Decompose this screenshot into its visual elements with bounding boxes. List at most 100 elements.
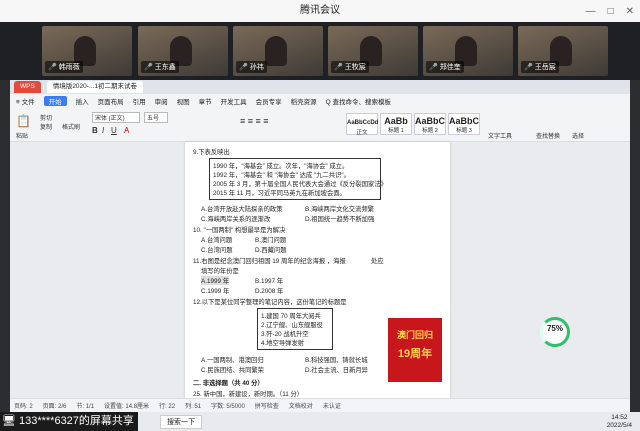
- paste-button[interactable]: 粘贴: [16, 131, 28, 140]
- menu-references[interactable]: 引用: [133, 96, 146, 106]
- cut-button[interactable]: 剪切: [40, 113, 52, 122]
- tab-document[interactable]: 情境版2020-...1初二期末试卷: [46, 81, 143, 93]
- participant-tile[interactable]: 🎤 王牧宸: [328, 26, 418, 76]
- question-11: 11.右图是纪念澳门回归祖国 19 周年的纪念海报 ，海报: [193, 258, 346, 265]
- q12-option-a: A.一国两制、港澳回归: [201, 357, 264, 364]
- question-11-cont: 填写的年份是: [201, 268, 239, 275]
- status-wordcount[interactable]: 字数: 5/5000: [211, 401, 245, 410]
- q10-option-c: C.台湾问题: [201, 247, 233, 254]
- q12-option-b: B.科技强国、铸就长城: [305, 357, 368, 364]
- wps-window: WPS 情境版2020-...1初二期末试卷 ≡ 文件 开始 插入 页面布局 引…: [10, 80, 630, 412]
- menu-developer[interactable]: 开发工具: [221, 96, 247, 106]
- screen-share-banner: 🖥 133****6327的屏幕共享: [0, 412, 138, 431]
- style-sample: AaBbC: [415, 116, 446, 126]
- participant-name: 王岳宸: [534, 64, 556, 71]
- style-heading-3[interactable]: AaBbC 标题 3: [448, 113, 480, 135]
- search-command-input[interactable]: Q 查找命令、搜索模板: [326, 96, 391, 106]
- ribbon-toolbar: 📋 粘贴 剪切 复制 格式刷 宋体 (正文) 五号 B I U A ≡ ≡ ≡ …: [10, 108, 630, 142]
- q10-option-d: D.西藏问题: [255, 247, 287, 254]
- format-painter-button[interactable]: 格式刷: [62, 122, 80, 131]
- participant-name: 孙祎: [249, 64, 264, 71]
- font-family-select[interactable]: 宋体 (正文): [92, 112, 140, 123]
- style-heading-2[interactable]: AaBbC 标题 2: [414, 113, 446, 135]
- participant-name: 韩雨薇: [58, 64, 80, 71]
- style-heading-1[interactable]: AaBb 标题 1: [380, 113, 412, 135]
- find-replace-button[interactable]: 查找替换: [536, 131, 560, 140]
- question-9: 9.下表反映出: [193, 149, 230, 156]
- style-label: 标题 2: [422, 128, 438, 134]
- select-button[interactable]: 选择: [572, 131, 584, 140]
- menu-view[interactable]: 视图: [177, 96, 190, 106]
- paste-icon[interactable]: 📋: [16, 114, 31, 128]
- style-sample: AaBbC: [449, 116, 480, 126]
- mic-muted-icon: 🎤: [334, 64, 343, 71]
- q12-note-line: 4.地空导弹发射: [261, 340, 305, 347]
- font-size-select[interactable]: 五号: [144, 112, 168, 123]
- menu-bar: ≡ 文件 开始 插入 页面布局 引用 审阅 视图 章节 开发工具 会员专享 稻壳…: [10, 94, 630, 108]
- italic-button[interactable]: I: [102, 126, 104, 135]
- section-2-heading: 二. 非选择题（共 40 分）: [193, 380, 264, 387]
- bold-button[interactable]: B: [92, 126, 98, 135]
- align-buttons[interactable]: ≡ ≡ ≡ ≡: [240, 116, 269, 126]
- poster-line-1: 澳门回归: [396, 330, 433, 340]
- menu-file[interactable]: ≡ 文件: [16, 96, 35, 106]
- status-page: 页码: 2: [14, 404, 33, 410]
- text-tools-button[interactable]: 文字工具: [488, 131, 512, 140]
- close-button[interactable]: ✕: [626, 6, 634, 17]
- participant-tile[interactable]: 🎤 孙祎: [233, 26, 323, 76]
- copy-button[interactable]: 复制: [40, 122, 52, 131]
- q12-note-line: 1.建国 70 周年大阅兵: [261, 313, 321, 320]
- q11-option-b: B.1997 年: [255, 278, 284, 285]
- q9-option-d: D.祖国统一趋势不断加强: [305, 216, 375, 223]
- menu-member[interactable]: 会员专享: [256, 96, 282, 106]
- menu-review[interactable]: 审阅: [155, 96, 168, 106]
- tab-wps-home[interactable]: WPS: [14, 81, 41, 93]
- participant-video-strip: 🎤 韩雨薇 🎤 王东鑫 🎤 孙祎 🎤 王牧宸 🎤 郑佳奎 🎤 王岳宸: [0, 22, 640, 80]
- minimize-button[interactable]: —: [586, 6, 596, 17]
- status-alert: 未认证: [322, 404, 341, 410]
- window-title: 腾讯会议: [300, 5, 340, 16]
- q9-line: 1992 年，"海基会" 和 "海协会" 达成 "九二共识"。: [213, 172, 350, 179]
- style-label: 标题 1: [388, 128, 404, 134]
- participant-tile[interactable]: 🎤 王东鑫: [138, 26, 228, 76]
- window-title-bar: 腾讯会议: [0, 0, 640, 22]
- question-25: 25. 新中国，新建设，新时期。（11 分）: [193, 391, 304, 398]
- screen-share-text: 133****6327的屏幕共享: [18, 415, 134, 427]
- status-col: 列: 51: [185, 404, 202, 410]
- q10-option-b: B.澳门问题: [255, 237, 287, 244]
- q9-quote-box: 1990 年，"海基会" 成立。次年，"海协会" 成立。 1992 年，"海基会…: [209, 158, 387, 200]
- q10-option-a: A.台湾问题: [201, 237, 233, 244]
- q9-line: 2015 年 11 月，习近平同马英九在新加坡会面。: [213, 190, 346, 197]
- participant-name: 郑佳奎: [439, 64, 461, 71]
- menu-layout[interactable]: 页面布局: [98, 96, 124, 106]
- q9-option-a: A.台湾开放赴大陆探亲的政策: [201, 206, 283, 213]
- status-section: 节: 1/1: [76, 404, 95, 410]
- q12-option-c: C.民族团结、共同繁荣: [201, 367, 264, 374]
- progress-indicator: 75%: [540, 317, 570, 347]
- participant-video: [265, 36, 287, 66]
- maximize-button[interactable]: □: [608, 6, 614, 17]
- spell-check-button[interactable]: 拼写检查: [255, 401, 279, 410]
- menu-home[interactable]: 开始: [43, 96, 67, 106]
- mic-muted-icon: 🎤: [429, 64, 438, 71]
- menu-insert[interactable]: 插入: [76, 96, 89, 106]
- taskbar-search[interactable]: 搜索一下: [160, 414, 202, 429]
- participant-tile[interactable]: 🎤 郑佳奎: [423, 26, 513, 76]
- style-normal[interactable]: AaBbCcDd 正文: [346, 113, 379, 136]
- participant-name: 王牧宸: [344, 64, 366, 71]
- participant-tile[interactable]: 🎤 韩雨薇: [42, 26, 132, 76]
- font-color-button[interactable]: A: [124, 126, 129, 135]
- doc-check-button[interactable]: 文档校对: [289, 401, 313, 410]
- q11-option-a: A.1999 年: [201, 276, 230, 285]
- q12-note-line: 2.辽宁舰、山东舰服役: [261, 322, 323, 329]
- menu-section[interactable]: 章节: [199, 96, 212, 106]
- participant-tile[interactable]: 🎤 王岳宸: [518, 26, 608, 76]
- q9-line: 1990 年，"海基会" 成立。次年，"海协会" 成立。: [213, 163, 349, 170]
- q9-option-b: B.海峡两岸文化交流频繁: [305, 206, 374, 213]
- screen-share-icon: 🖥: [2, 415, 16, 427]
- menu-docer[interactable]: 稻壳资源: [291, 96, 317, 106]
- style-sample: AaBbCcDd: [347, 120, 379, 126]
- mic-muted-icon: 🎤: [144, 64, 153, 71]
- underline-button[interactable]: U: [111, 126, 117, 135]
- status-setting: 设置值: 14.8厘米: [104, 404, 150, 410]
